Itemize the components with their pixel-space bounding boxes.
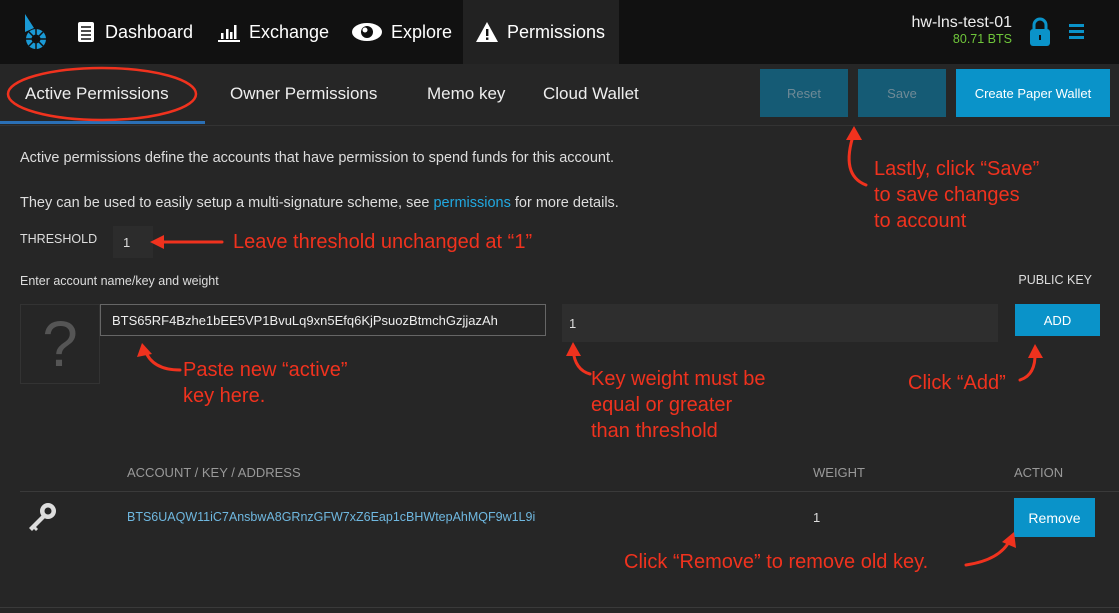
tab-owner-permissions[interactable]: Owner Permissions xyxy=(230,64,377,124)
lock-icon[interactable] xyxy=(1029,17,1051,47)
enter-account-label: Enter account name/key and weight xyxy=(20,274,219,288)
col-header-action: ACTION xyxy=(1014,465,1064,480)
bitshares-logo[interactable] xyxy=(22,14,48,50)
warning-icon xyxy=(475,21,499,43)
annotation-circle xyxy=(6,66,198,122)
threshold-label: THRESHOLD xyxy=(20,232,98,246)
annotation-paste: Paste new “active” key here. xyxy=(183,357,348,409)
nav-dashboard[interactable]: Dashboard xyxy=(63,0,205,64)
annotation-line: Lastly, click “Save” xyxy=(874,158,1040,180)
eye-icon xyxy=(351,21,383,43)
annotation-line: to account xyxy=(874,210,967,232)
weight-input[interactable]: 1 xyxy=(562,304,998,342)
description-text: They can be used to easily setup a multi… xyxy=(20,195,434,211)
tab-memo-key[interactable]: Memo key xyxy=(427,64,505,124)
permissions-link[interactable]: permissions xyxy=(433,195,510,211)
save-button[interactable]: Save xyxy=(858,69,946,117)
annotation-add: Click “Add” xyxy=(908,372,1006,394)
create-paper-wallet-button[interactable]: Create Paper Wallet xyxy=(956,69,1110,117)
key-address[interactable]: BTS6UAQW11iC7AnsbwA8GRnzGFW7xZ6Eap1cBHWt… xyxy=(127,510,535,524)
add-button[interactable]: ADD xyxy=(1015,304,1100,336)
key-weight: 1 xyxy=(813,510,821,525)
account-avatar: ? xyxy=(20,304,100,384)
nav-label: Explore xyxy=(391,21,453,42)
table-row: BTS6UAQW11iC7AnsbwA8GRnzGFW7xZ6Eap1cBHWt… xyxy=(0,492,1119,542)
annotation-weight: Key weight must be equal or greater than t… xyxy=(591,366,766,444)
annotation-line: than threshold xyxy=(591,420,718,442)
description-1: Active permissions define the accounts t… xyxy=(20,150,615,166)
nav-exchange[interactable]: Exchange xyxy=(205,0,341,64)
reset-button[interactable]: Reset xyxy=(760,69,848,117)
annotation-line: to save changes xyxy=(874,184,1020,206)
col-header-key: ACCOUNT / KEY / ADDRESS xyxy=(127,465,301,480)
nav-label: Dashboard xyxy=(105,21,194,42)
nav-explore[interactable]: Explore xyxy=(339,0,464,64)
nav-permissions[interactable]: Permissions xyxy=(463,0,619,64)
bottom-divider xyxy=(0,607,1119,608)
description-text: for more details. xyxy=(510,195,619,211)
description-2: They can be used to easily setup a multi… xyxy=(20,195,619,211)
annotation-line: Key weight must be xyxy=(591,368,766,390)
nav-label: Permissions xyxy=(507,21,606,42)
top-nav: Dashboard Exchange Explore Permissions h… xyxy=(0,0,1119,64)
public-key-label: PUBLIC KEY xyxy=(1018,273,1092,287)
annotation-line: equal or greater xyxy=(591,394,733,416)
account-key-input[interactable]: BTS65RF4Bzhe1bEE5VP1BvuLq9xn5Efq6KjPsuoz… xyxy=(100,304,546,336)
threshold-input[interactable]: 1 xyxy=(113,226,153,258)
annotation-threshold: Leave threshold unchanged at “1” xyxy=(233,231,533,253)
annotation-remove: Click “Remove” to remove old key. xyxy=(624,551,929,573)
tab-cloud-wallet[interactable]: Cloud Wallet xyxy=(543,64,639,124)
col-header-weight: WEIGHT xyxy=(813,465,865,480)
account-balance: 80.71 BTS xyxy=(952,32,1012,46)
annotation-line: Paste new “active” xyxy=(183,359,348,381)
menu-icon[interactable] xyxy=(1069,23,1085,39)
annotation-line: key here. xyxy=(183,385,266,407)
account-info[interactable]: hw-lns-test-01 80.71 BTS xyxy=(912,14,1012,46)
key-icon xyxy=(26,500,60,534)
remove-button[interactable]: Remove xyxy=(1014,498,1095,537)
dashboard-icon xyxy=(75,21,97,43)
chart-icon xyxy=(217,21,241,43)
annotation-save: Lastly, click “Save” to save changes to ac… xyxy=(874,156,1039,234)
nav-label: Exchange xyxy=(249,21,330,42)
account-name[interactable]: hw-lns-test-01 xyxy=(912,14,1012,32)
